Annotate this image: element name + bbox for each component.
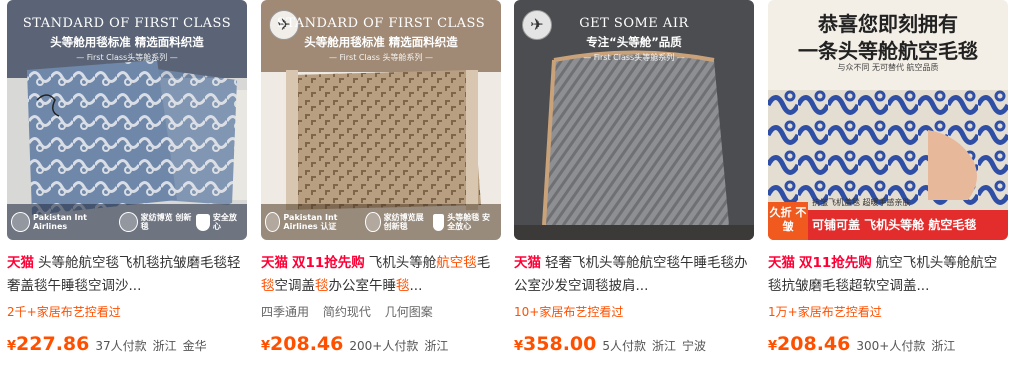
sales-count: 5人付款 — [602, 339, 647, 353]
currency-symbol: ¥ — [261, 339, 271, 354]
product-tags: 四季通用 简约现代 几何图案 — [261, 303, 506, 323]
image-english-title: GET SOME AIR — [579, 16, 689, 31]
price: 227.86 — [16, 333, 90, 355]
image-badges: Pakistan Int Airlines 认证 家纺博览展 创新毯 头等舱毯 … — [261, 204, 501, 240]
price-row: ¥ 358.00 5人付款 浙江 宁波 — [514, 333, 759, 355]
price: 208.46 — [270, 333, 344, 355]
title-highlight: 航空 — [436, 255, 464, 271]
product-card[interactable]: 恭喜您即刻拥有 一条头等舱航空毛毯 与众不同 无可替代 航空品质 久折 不皱 抗… — [768, 0, 1013, 367]
title-part: 办公室午睡 — [328, 278, 397, 294]
product-card[interactable]: ✈ STANDARD OF FIRST CLASS 头等舱用毯标准 精选面料织造… — [261, 0, 506, 367]
title-highlight: 毯 — [261, 278, 275, 294]
title-part: 飞机头等舱 — [368, 255, 437, 271]
location-city: 金华 — [182, 339, 207, 353]
currency-symbol: ¥ — [514, 339, 524, 354]
product-title[interactable]: 天猫 轻奢飞机头等舱航空毯午睡毛毯办公室沙发空调毯披肩... — [514, 252, 749, 298]
image-small-tag: 抗皱飞机盖毯 超暖手感亲肤 — [812, 198, 911, 207]
price-row: ¥ 208.46 200+人付款 浙江 — [261, 333, 506, 355]
badge-logo-icon — [265, 212, 281, 232]
product-image[interactable]: 恭喜您即刻拥有 一条头等舱航空毛毯 与众不同 无可替代 航空品质 久折 不皱 抗… — [768, 0, 1008, 240]
image-chinese-title: 头等舱用毯标准 精选面料织造 — [304, 35, 458, 49]
image-subtitle: — First Class头等舱系列 — — [76, 53, 178, 62]
product-card[interactable]: STANDARD OF FIRST CLASS 头等舱用毯标准 精选面料织造 —… — [7, 0, 252, 367]
title-part: 空调盖 — [274, 278, 316, 294]
badge-logo-icon — [118, 212, 138, 232]
sales-count: 300+人付款 — [856, 339, 926, 353]
location-province: 浙江 — [424, 339, 449, 353]
sales-count: 200+人付款 — [349, 339, 419, 353]
tag: 简约现代 — [322, 305, 371, 319]
tmall-label: 天猫 — [768, 255, 795, 271]
price: 208.46 — [777, 333, 851, 355]
location-province: 浙江 — [931, 339, 956, 353]
image-chinese-title: 头等舱用毯标准 精选面料织造 — [50, 35, 204, 49]
product-views: 2千+家居布艺控看过 — [7, 305, 121, 319]
badge-logo-icon — [365, 212, 381, 232]
price-row: ¥ 208.46 300+人付款 浙江 — [768, 333, 1013, 355]
image-subtitle: — First Class 头等舱系列 — — [328, 53, 434, 62]
product-title[interactable]: 天猫 双11抢先购 飞机头等舱航空毯毛毯空调盖毯办公室午睡毯... — [261, 252, 496, 298]
product-title[interactable]: 天猫 头等舱航空毯飞机毯抗皱磨毛毯轻奢盖毯午睡毯空调沙... — [7, 252, 242, 298]
badge: 安全放心 — [195, 213, 243, 231]
image-headline: 一条头等舱航空毛毯 — [798, 39, 978, 63]
promo-label: 双11抢先购 — [799, 255, 872, 271]
product-image[interactable]: STANDARD OF FIRST CLASS 头等舱用毯标准 精选面料织造 —… — [7, 0, 247, 240]
product-views: 10+家居布艺控看过 — [514, 305, 624, 319]
currency-symbol: ¥ — [7, 339, 17, 354]
image-headline: 恭喜您即刻拥有 — [818, 12, 958, 36]
tag: 几何图案 — [384, 305, 433, 319]
product-image[interactable]: ✈ GET SOME AIR 专注“头等舱”品质 — First Class头等… — [514, 0, 754, 240]
title-part: ... — [409, 278, 423, 294]
title-highlight: 毯 — [396, 278, 410, 294]
badge: 家纺博览 创新毯 — [118, 212, 196, 232]
promo-label: 双11抢先购 — [292, 255, 365, 271]
sales-count: 37人付款 — [95, 339, 147, 353]
product-image[interactable]: ✈ STANDARD OF FIRST CLASS 头等舱用毯标准 精选面料织造… — [261, 0, 501, 240]
image-english-title: STANDARD OF FIRST CLASS — [22, 16, 232, 31]
product-title-text: 头等舱航空毯飞机毯抗皱磨毛毯轻奢盖毯午睡毯空调沙... — [7, 255, 241, 294]
product-card[interactable]: ✈ GET SOME AIR 专注“头等舱”品质 — First Class头等… — [514, 0, 759, 367]
badge: 头等舱毯 安全放心 — [433, 213, 497, 231]
product-title-text: 轻奢飞机头等舱航空毯午睡毛毯办公室沙发空调毯披肩... — [514, 255, 748, 294]
tmall-label: 天猫 — [514, 255, 541, 271]
image-chinese-title: 专注“头等舱”品质 — [586, 35, 682, 49]
badge: Pakistan Int Airlines 认证 — [265, 212, 365, 232]
tmall-label: 天猫 — [261, 255, 288, 271]
badge: Pakistan Int Airlines — [11, 212, 119, 232]
image-bar-text: 可铺可盖 飞机头等舱 航空毛毯 — [812, 218, 977, 232]
badge-logo-icon — [11, 212, 30, 232]
product-title[interactable]: 天猫 双11抢先购 航空飞机头等舱航空毯抗皱磨毛毯超软空调盖... — [768, 252, 1003, 298]
currency-symbol: ¥ — [768, 339, 778, 354]
price-row: ¥ 227.86 37人付款 浙江 金华 — [7, 333, 252, 355]
shield-icon — [433, 213, 445, 231]
location-city: 宁波 — [682, 339, 707, 353]
badge: 家纺博览展 创新毯 — [365, 212, 433, 232]
product-grid: STANDARD OF FIRST CLASS 头等舱用毯标准 精选面料织造 —… — [0, 0, 1015, 367]
location-province: 浙江 — [652, 339, 677, 353]
image-tagline: 与众不同 无可替代 航空品质 — [837, 63, 939, 72]
tag: 四季通用 — [261, 305, 310, 319]
shield-icon — [195, 213, 210, 231]
image-badge: 久折 不皱 — [768, 202, 808, 240]
title-part: 毛 — [476, 255, 491, 271]
location-province: 浙江 — [152, 339, 177, 353]
image-english-title: STANDARD OF FIRST CLASS — [276, 16, 486, 31]
price: 358.00 — [523, 333, 597, 355]
product-views: 1万+家居布艺控看过 — [768, 305, 882, 319]
image-badges: Pakistan Int Airlines 家纺博览 创新毯 安全放心 — [7, 204, 247, 240]
image-subtitle: — First Class头等舱系列 — — [583, 53, 685, 62]
title-highlight: 毯 — [463, 255, 477, 271]
tmall-label: 天猫 — [7, 255, 34, 271]
title-highlight: 毯 — [315, 278, 329, 294]
